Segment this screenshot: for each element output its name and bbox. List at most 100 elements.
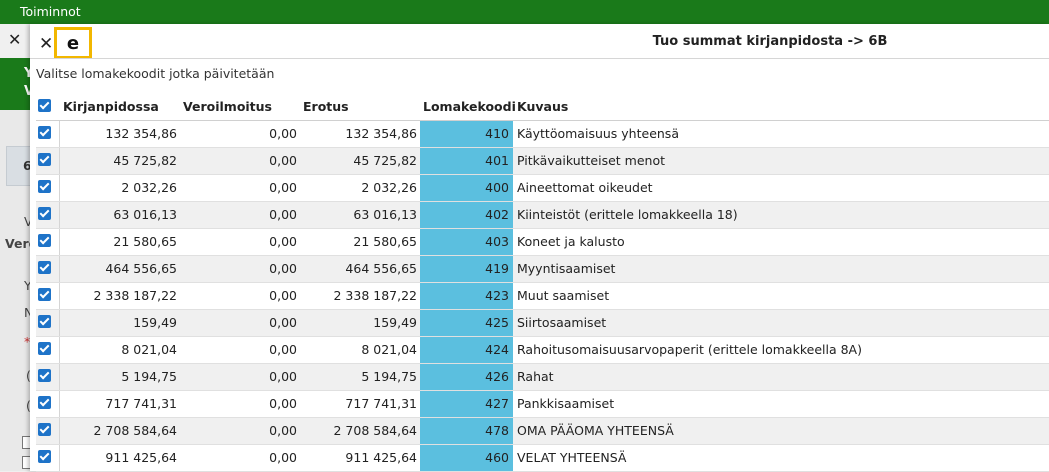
cell-veroilmoitus: 0,00 (269, 126, 297, 141)
divider (59, 310, 60, 336)
cell-veroilmoitus: 0,00 (269, 315, 297, 330)
code-value: 424 (485, 342, 509, 357)
divider (59, 175, 60, 201)
row-checkbox[interactable] (38, 396, 51, 409)
cell-erotus: 2 032,26 (361, 180, 417, 195)
cell-kirjanpidossa: 132 354,86 (105, 126, 177, 141)
cell-lomakekoodi: 425 (420, 310, 513, 336)
cell-veroilmoitus: 0,00 (269, 234, 297, 249)
cell-kuvaus: Käyttöomaisuus yhteensä (517, 126, 679, 141)
cell-kirjanpidossa: 21 580,65 (113, 234, 177, 249)
table-row[interactable]: 464 556,65 0,00 464 556,65 419 Myyntisaamise… (36, 256, 1049, 283)
table-row[interactable]: 159,49 0,00 159,49 425 Siirtosaamiset (36, 310, 1049, 337)
table-row[interactable]: 63 016,13 0,00 63 016,13 402 Kiinteistöt (er… (36, 202, 1049, 229)
table-row[interactable]: 45 725,82 0,00 45 725,82 401 Pitkävaikutteis… (36, 148, 1049, 175)
row-checkbox[interactable] (38, 126, 51, 139)
cell-kuvaus: Pitkävaikutteiset menot (517, 153, 666, 168)
cell-erotus: 911 425,64 (345, 450, 417, 465)
app-close-icon[interactable]: ✕ (8, 30, 21, 49)
cell-kirjanpidossa: 2 708 584,64 (93, 423, 178, 438)
cell-kuvaus: Rahat (517, 369, 554, 384)
cell-erotus: 132 354,86 (345, 126, 417, 141)
cell-erotus: 5 194,75 (361, 369, 417, 384)
cell-kirjanpidossa: 717 741,31 (105, 396, 177, 411)
table-header: Kirjanpidossa Veroilmoitus Erotus Lomake… (36, 93, 1049, 121)
import-dialog: ✕ e Tuo summat kirjanpidosta -> 6B Valit… (30, 24, 1049, 472)
cell-kuvaus: Muut saamiset (517, 288, 610, 303)
import-button[interactable]: e (54, 27, 92, 59)
code-value: 401 (485, 153, 509, 168)
cell-kuvaus: VELAT YHTEENSÄ (517, 450, 627, 465)
cell-veroilmoitus: 0,00 (269, 396, 297, 411)
row-checkbox[interactable] (38, 450, 51, 463)
row-checkbox[interactable] (38, 180, 51, 193)
divider (59, 121, 60, 147)
cell-kirjanpidossa: 464 556,65 (105, 261, 177, 276)
table-row[interactable]: 5 194,75 0,00 5 194,75 426 Rahat (36, 364, 1049, 391)
cell-kuvaus: Rahoitusomaisuusarvopaperit (erittele lo… (517, 342, 862, 357)
row-checkbox[interactable] (38, 423, 51, 436)
divider (59, 256, 60, 282)
code-value: 423 (485, 288, 509, 303)
select-all-checkbox[interactable] (38, 99, 51, 112)
column-header-kirjanpidossa[interactable]: Kirjanpidossa (63, 99, 159, 114)
cell-veroilmoitus: 0,00 (269, 342, 297, 357)
column-header-kuvaus[interactable]: Kuvaus (517, 99, 568, 114)
cell-erotus: 63 016,13 (353, 207, 417, 222)
cell-kuvaus: Koneet ja kalusto (517, 234, 625, 249)
row-checkbox[interactable] (38, 207, 51, 220)
app-menu-title[interactable]: Toiminnot (20, 4, 81, 19)
cell-erotus: 21 580,65 (353, 234, 417, 249)
cell-lomakekoodi: 460 (420, 445, 513, 471)
table-row[interactable]: 21 580,65 0,00 21 580,65 403 Koneet ja kalus… (36, 229, 1049, 256)
cell-erotus: 464 556,65 (345, 261, 417, 276)
table-row[interactable]: 8 021,04 0,00 8 021,04 424 Rahoitusomaisuusa… (36, 337, 1049, 364)
cell-veroilmoitus: 0,00 (269, 207, 297, 222)
code-value: 419 (485, 261, 509, 276)
table-row[interactable]: 911 425,64 0,00 911 425,64 460 VELAT YHTEENS… (36, 445, 1049, 472)
row-checkbox[interactable] (38, 342, 51, 355)
cell-lomakekoodi: 423 (420, 283, 513, 309)
table-row[interactable]: 2 708 584,64 0,00 2 708 584,64 478 OMA PÄÄOM… (36, 418, 1049, 445)
close-icon[interactable]: ✕ (39, 34, 53, 54)
cell-lomakekoodi: 424 (420, 337, 513, 363)
dialog-title: Tuo summat kirjanpidosta -> 6B (652, 34, 888, 49)
table-row[interactable]: 2 032,26 0,00 2 032,26 400 Aineettomat oikeu… (36, 175, 1049, 202)
row-checkbox[interactable] (38, 153, 51, 166)
divider (59, 148, 60, 174)
cell-kuvaus: Kiinteistöt (erittele lomakkeella 18) (517, 207, 738, 222)
cell-lomakekoodi: 400 (420, 175, 513, 201)
cell-kirjanpidossa: 5 194,75 (121, 369, 177, 384)
divider (59, 445, 60, 471)
column-header-erotus[interactable]: Erotus (303, 99, 349, 114)
cell-lomakekoodi: 427 (420, 391, 513, 417)
app-top-bar: Toiminnot (0, 0, 1049, 24)
row-checkbox[interactable] (38, 261, 51, 274)
cell-lomakekoodi: 419 (420, 256, 513, 282)
table-row[interactable]: 717 741,31 0,00 717 741,31 427 Pankkisaamise… (36, 391, 1049, 418)
code-value: 403 (485, 234, 509, 249)
table-row[interactable]: 132 354,86 0,00 132 354,86 410 Käyttöomaisuu… (36, 121, 1049, 148)
cell-veroilmoitus: 0,00 (269, 153, 297, 168)
cell-erotus: 2 338 187,22 (333, 288, 418, 303)
column-header-veroilmoitus[interactable]: Veroilmoitus (183, 99, 272, 114)
cell-kirjanpidossa: 2 338 187,22 (93, 288, 178, 303)
import-icon: e (66, 32, 80, 54)
column-header-lomakekoodi[interactable]: Lomakekoodi (423, 99, 516, 114)
cell-kirjanpidossa: 45 725,82 (113, 153, 177, 168)
cell-veroilmoitus: 0,00 (269, 288, 297, 303)
cell-lomakekoodi: 403 (420, 229, 513, 255)
row-checkbox[interactable] (38, 234, 51, 247)
form-code-table: Kirjanpidossa Veroilmoitus Erotus Lomake… (36, 93, 1049, 472)
table-row[interactable]: 2 338 187,22 0,00 2 338 187,22 423 Muut saam… (36, 283, 1049, 310)
row-checkbox[interactable] (38, 288, 51, 301)
row-checkbox[interactable] (38, 369, 51, 382)
code-value: 402 (485, 207, 509, 222)
cell-lomakekoodi: 426 (420, 364, 513, 390)
row-checkbox[interactable] (38, 315, 51, 328)
code-value: 427 (485, 396, 509, 411)
code-value: 426 (485, 369, 509, 384)
cell-erotus: 45 725,82 (353, 153, 417, 168)
cell-kuvaus: Aineettomat oikeudet (517, 180, 653, 195)
cell-veroilmoitus: 0,00 (269, 369, 297, 384)
